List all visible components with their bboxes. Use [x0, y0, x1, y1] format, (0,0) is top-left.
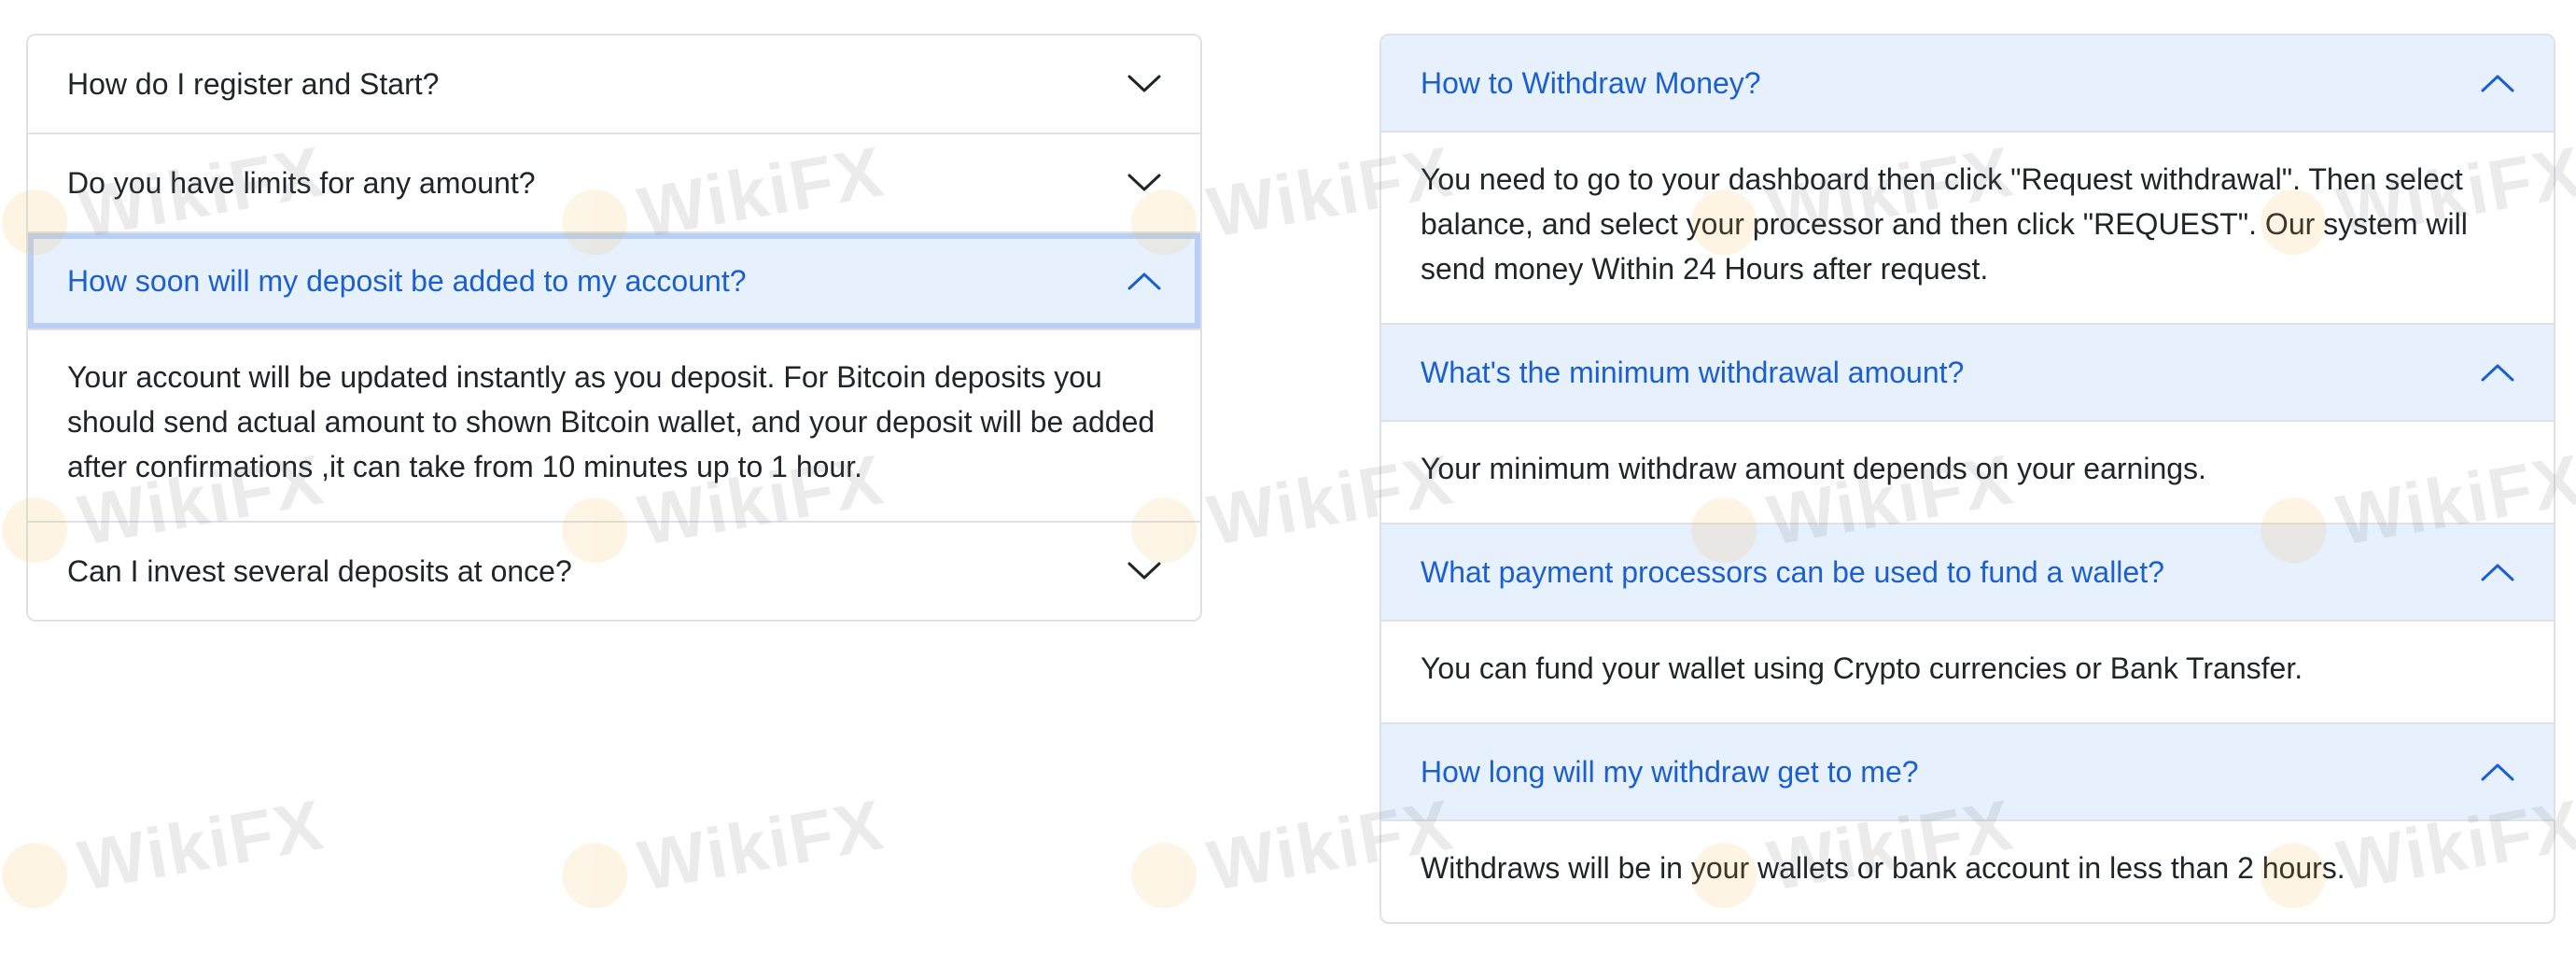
faq-answer-deposit-timing: Your account will be updated instantly a…: [67, 360, 1155, 483]
faq-question-text: How long will my withdraw get to me?: [1421, 754, 1919, 789]
faq-accordion-left: How do I register and Start? Do you have…: [26, 34, 1202, 622]
faq-answer-payment-processors: You can fund your wallet using Crypto cu…: [1421, 651, 2303, 685]
chevron-up-icon: [2481, 364, 2514, 382]
faq-item-payment-processors: What payment processors can be used to f…: [1381, 523, 2554, 722]
faq-item-minimum-withdrawal: What's the minimum withdrawal amount? Yo…: [1381, 323, 2554, 523]
faq-answer-withdraw: You need to go to your dashboard then cl…: [1421, 162, 2468, 286]
faq-question-text: How soon will my deposit be added to my …: [67, 263, 747, 298]
faq-question-text: Do you have limits for any amount?: [67, 165, 536, 200]
faq-question-limits[interactable]: Do you have limits for any amount?: [28, 134, 1200, 231]
watermark: WikiFX: [0, 784, 330, 920]
faq-question-text: What's the minimum withdrawal amount?: [1421, 355, 1965, 389]
faq-question-withdraw-time[interactable]: How long will my withdraw get to me?: [1381, 724, 2554, 821]
chevron-down-icon: [1127, 562, 1161, 580]
chevron-down-icon: [1127, 174, 1161, 191]
faq-answer-minimum-withdrawal: Your minimum withdraw amount depends on …: [1421, 452, 2206, 485]
faq-item-several-deposits: Can I invest several deposits at once?: [28, 521, 1200, 620]
faq-item-register: How do I register and Start?: [28, 35, 1200, 133]
faq-question-text: How do I register and Start?: [67, 66, 440, 101]
chevron-up-icon: [2481, 564, 2514, 581]
faq-item-limits: Do you have limits for any amount?: [28, 133, 1200, 231]
watermark-logo-icon: [556, 837, 633, 914]
watermark-logo-icon: [0, 837, 73, 914]
faq-item-deposit-timing: How soon will my deposit be added to my …: [28, 231, 1200, 521]
faq-item-withdraw: How to Withdraw Money? You need to go to…: [1381, 35, 2554, 323]
faq-question-deposit-timing[interactable]: How soon will my deposit be added to my …: [28, 233, 1200, 330]
faq-question-several-deposits[interactable]: Can I invest several deposits at once?: [28, 523, 1200, 620]
watermark: WikiFX: [555, 784, 889, 920]
faq-question-payment-processors[interactable]: What payment processors can be used to f…: [1381, 524, 2554, 622]
faq-accordion-right: How to Withdraw Money? You need to go to…: [1379, 34, 2555, 924]
faq-question-text: What payment processors can be used to f…: [1421, 554, 2164, 589]
faq-question-text: Can I invest several deposits at once?: [67, 553, 572, 588]
faq-question-register[interactable]: How do I register and Start?: [28, 35, 1200, 133]
faq-question-text: How to Withdraw Money?: [1421, 65, 1761, 100]
faq-question-withdraw[interactable]: How to Withdraw Money?: [1381, 35, 2554, 133]
faq-answer-withdraw-time: Withdraws will be in your wallets or ban…: [1421, 851, 2345, 885]
faq-item-withdraw-time: How long will my withdraw get to me? Wit…: [1381, 722, 2554, 922]
chevron-up-icon: [1127, 273, 1161, 290]
faq-question-minimum-withdrawal[interactable]: What's the minimum withdrawal amount?: [1381, 325, 2554, 422]
chevron-up-icon: [2481, 763, 2514, 781]
watermark-logo-icon: [1126, 837, 1202, 914]
chevron-up-icon: [2481, 75, 2514, 92]
faq-page: How do I register and Start? Do you have…: [0, 0, 2576, 965]
chevron-down-icon: [1127, 75, 1161, 92]
